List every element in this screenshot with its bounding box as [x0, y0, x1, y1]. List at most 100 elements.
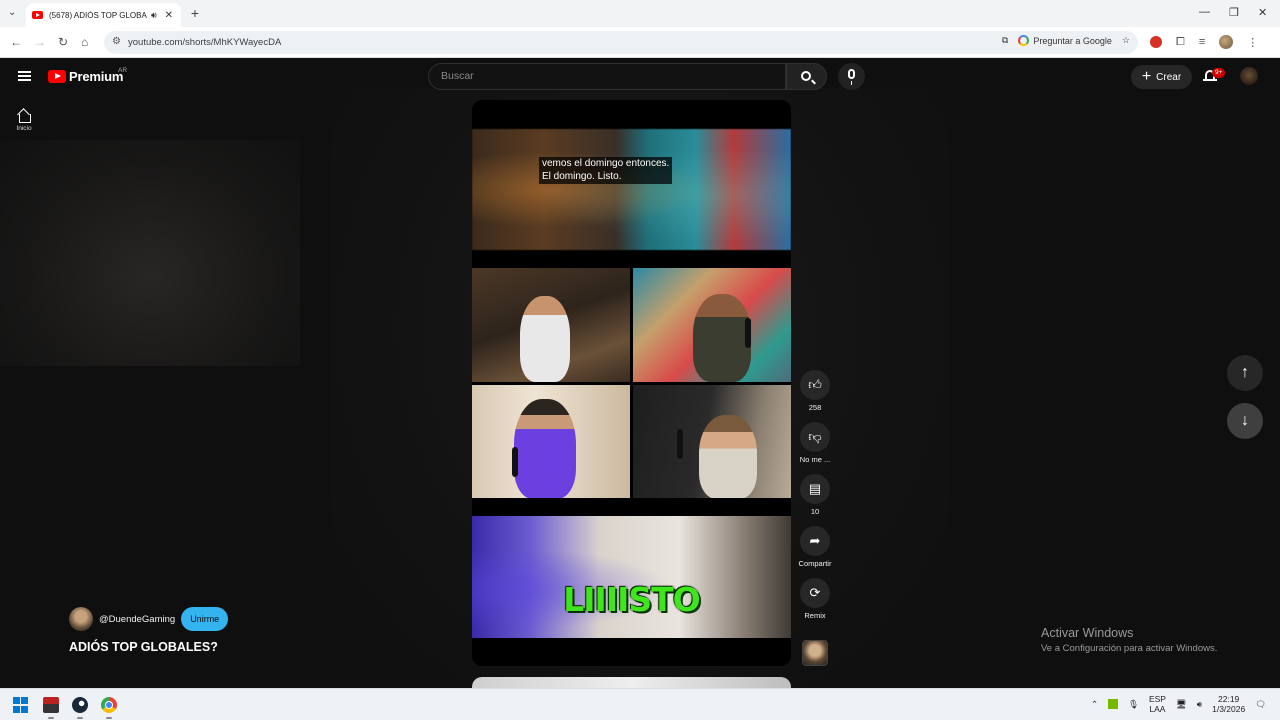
activation-title: Activar Windows	[1041, 626, 1134, 640]
sidebar-item-home[interactable]: Inicio	[10, 108, 38, 132]
video-caption: LIIIISTO	[563, 580, 700, 619]
like-action[interactable]: 👍︎ 258	[796, 370, 834, 412]
tab-search-icon[interactable]: ⌄	[8, 7, 20, 19]
windows-taskbar: ⌃ 🎙︎ ESP LAA 🖥︎ 🔊︎ 22:19 1/3/2026 🗨︎	[0, 688, 1280, 720]
voice-search-button[interactable]	[838, 63, 865, 90]
url-text[interactable]: youtube.com/shorts/MhKYWayecDA	[128, 37, 281, 48]
search-box[interactable]	[428, 63, 786, 90]
back-icon[interactable]: ←	[10, 35, 22, 49]
chevron-up-icon[interactable]: ⌃	[1091, 699, 1098, 710]
chrome-icon[interactable]	[101, 697, 117, 713]
hamburger-menu-icon[interactable]	[18, 71, 31, 81]
network-icon[interactable]: 🖥︎	[1176, 699, 1187, 710]
next-short-button[interactable]: ↓	[1227, 403, 1263, 439]
channel-thumbnail[interactable]	[802, 640, 828, 666]
create-button[interactable]: + Crear	[1131, 65, 1192, 89]
sound-thumbnail[interactable]	[796, 640, 834, 666]
omnibox[interactable]: ⚙ youtube.com/shorts/MhKYWayecDA ⧉ Pregu…	[104, 31, 1138, 54]
video-frame-cell	[633, 268, 791, 382]
profile-icon[interactable]	[1219, 35, 1234, 49]
microphone-tray-icon[interactable]: 🎙︎	[1128, 699, 1139, 710]
subtitle-line: vemos el domingo entonces.	[542, 158, 670, 169]
browser-tab-strip: ⌄ (5678) ADIÓS TOP GLOBALES 🔊︎ ✕ + — ❐ ✕	[0, 0, 1280, 27]
channel-avatar[interactable]	[69, 607, 93, 631]
minimize-button[interactable]: —	[1199, 6, 1210, 18]
steam-icon[interactable]	[72, 697, 88, 713]
system-tray: ⌃ 🎙︎ ESP LAA 🖥︎ 🔊︎ 22:19 1/3/2026 🗨︎	[1091, 694, 1266, 714]
menu-kebab-icon[interactable]: ⋮	[1247, 36, 1258, 49]
remix-action[interactable]: ⟳ Remix	[796, 578, 834, 620]
channel-name[interactable]: @DuendeGaming	[99, 614, 175, 625]
channel-info: @DuendeGaming Unirme	[69, 607, 229, 631]
install-app-icon[interactable]: ⧉	[1002, 35, 1008, 46]
speaker-icon[interactable]: 🔊︎	[151, 10, 157, 21]
microphone-prop	[512, 447, 518, 477]
extensions-puzzle-icon[interactable]: ⧠	[1176, 36, 1185, 49]
home-button-icon[interactable]: ⌂	[81, 35, 88, 49]
account-avatar[interactable]	[1240, 67, 1258, 85]
notification-badge: 9+	[1212, 68, 1226, 78]
notifications-icon[interactable]: 🗨︎	[1255, 699, 1266, 710]
game-app-icon[interactable]	[43, 697, 59, 713]
tab-title: (5678) ADIÓS TOP GLOBALES	[49, 10, 147, 20]
site-info-icon[interactable]: ⚙	[112, 36, 121, 47]
forward-icon[interactable]: →	[34, 35, 46, 49]
new-tab-button[interactable]: +	[188, 6, 202, 20]
media-control-icon[interactable]: ≡	[1199, 36, 1205, 48]
browser-tab[interactable]: (5678) ADIÓS TOP GLOBALES 🔊︎ ✕	[26, 3, 181, 27]
clock[interactable]: 22:19 1/3/2026	[1212, 694, 1245, 714]
plus-icon: +	[1141, 68, 1152, 85]
create-label: Crear	[1156, 71, 1182, 83]
thumbs-down-icon[interactable]: 👎︎	[800, 422, 830, 452]
like-count: 258	[808, 403, 822, 412]
remix-icon[interactable]: ⟳	[800, 578, 830, 608]
clock-time: 22:19	[1218, 694, 1240, 704]
video-subtitles: vemos el domingo entonces. El domingo. L…	[539, 157, 673, 184]
ask-google-chip[interactable]: Preguntar a Google	[1018, 35, 1112, 46]
address-toolbar: ← → ↻ ⌂ ⚙ youtube.com/shorts/MhKYWayecDA…	[0, 27, 1280, 58]
language-code: ESP	[1148, 694, 1166, 704]
bookmark-star-icon[interactable]: ☆	[1122, 35, 1130, 46]
dislike-action[interactable]: 👎︎ No me ...	[796, 422, 834, 464]
video-frame-cell	[633, 385, 791, 498]
logo-text: Premium	[69, 69, 124, 84]
search-input[interactable]	[441, 70, 741, 82]
volume-icon[interactable]: 🔊︎	[1197, 699, 1202, 710]
nvidia-icon[interactable]	[1108, 699, 1119, 709]
close-window-button[interactable]: ✕	[1258, 6, 1267, 19]
running-indicator	[48, 717, 54, 719]
short-title[interactable]: ADIÓS TOP GLOBALES?	[69, 640, 218, 654]
extension-icon[interactable]	[1150, 36, 1162, 48]
join-button[interactable]: Unirme	[181, 607, 229, 631]
short-video-player[interactable]: vemos el domingo entonces. El domingo. L…	[472, 100, 791, 666]
windows-activation-watermark: Activar Windows Ve a Configuración para …	[1041, 626, 1217, 654]
remix-label: Remix	[804, 611, 826, 620]
search-button[interactable]	[786, 63, 827, 90]
language-indicator[interactable]: ESP LAA	[1149, 694, 1166, 714]
search-icon	[801, 71, 811, 81]
restore-button[interactable]: ❐	[1229, 6, 1239, 19]
video-frame-cell	[472, 268, 630, 382]
streamer-figure	[699, 415, 757, 498]
youtube-app: Premium AR + Crear 9+ Inicio vemos el do…	[0, 58, 1280, 688]
next-short-preview[interactable]	[472, 677, 791, 688]
share-action[interactable]: ➦ Compartir	[796, 526, 834, 568]
share-icon[interactable]: ➦	[800, 526, 830, 556]
tab-close-icon[interactable]: ✕	[165, 10, 173, 21]
comment-icon[interactable]: ▤	[800, 474, 830, 504]
video-frame-bottom	[472, 516, 791, 638]
microphone-prop	[745, 318, 751, 348]
comments-action[interactable]: ▤ 10	[796, 474, 834, 516]
previous-short-button[interactable]: ↑	[1227, 355, 1263, 391]
windows-start-icon[interactable]	[13, 697, 29, 713]
youtube-premium-logo[interactable]: Premium AR	[48, 67, 127, 84]
google-icon	[1018, 35, 1030, 46]
dislike-label: No me ...	[799, 455, 831, 464]
background-thumbnail	[0, 140, 300, 366]
reload-icon[interactable]: ↻	[58, 35, 68, 49]
thumbs-up-icon[interactable]: 👍︎	[800, 370, 830, 400]
running-indicator	[77, 717, 83, 719]
video-frame-cell	[472, 385, 630, 498]
activation-subtitle: Ve a Configuración para activar Windows.	[1041, 643, 1218, 654]
home-icon	[17, 108, 31, 123]
